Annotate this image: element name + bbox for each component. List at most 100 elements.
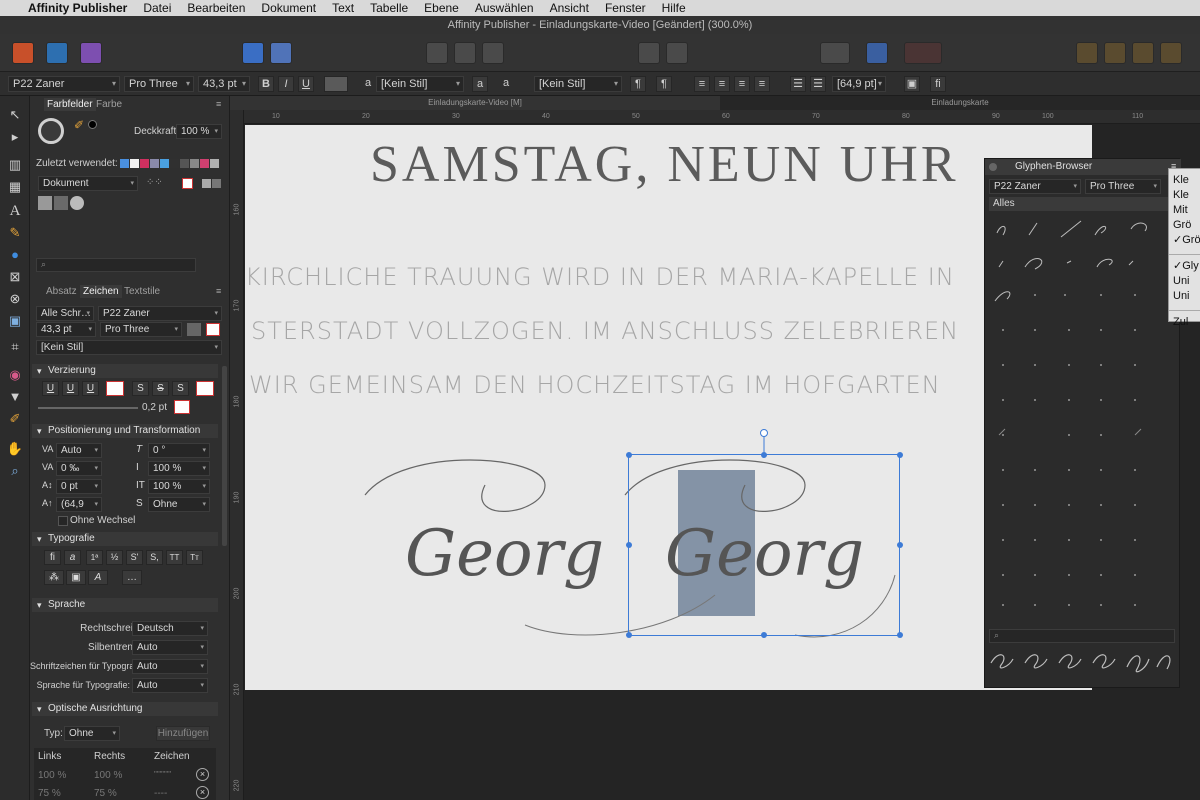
superscript-button[interactable]: S': [126, 550, 143, 565]
text-color-swatch[interactable]: [324, 76, 348, 92]
menu-item[interactable]: Uni: [1169, 274, 1200, 289]
swatch-search-input[interactable]: ⌕: [36, 258, 196, 272]
font-family-select[interactable]: P22 Zaner ▾: [8, 76, 120, 92]
recent-swatch[interactable]: [140, 159, 149, 168]
close-icon[interactable]: [989, 163, 997, 171]
vertical-ruler[interactable]: 160 170 180 190 200 210 220: [230, 110, 244, 800]
underline-options-button[interactable]: U: [82, 381, 99, 396]
add-button[interactable]: Hinzufügen: [156, 726, 210, 741]
gray-swatch[interactable]: [212, 179, 221, 188]
tab-farbe[interactable]: Farbe: [96, 99, 122, 110]
paragraph-icon[interactable]: ¶: [656, 76, 672, 92]
recent-swatch[interactable]: [200, 159, 209, 168]
tab-absatz[interactable]: Absatz: [46, 286, 77, 297]
font-family-select[interactable]: P22 Zaner ▾: [98, 306, 222, 321]
align-center-icon[interactable]: ≡: [714, 76, 730, 92]
frame-properties-icon[interactable]: ▣: [904, 76, 920, 92]
clear-char-style-icon[interactable]: a: [472, 76, 488, 92]
tab-einladungskarte[interactable]: Einladungskarte: [720, 96, 1200, 110]
stroke-color-swatch[interactable]: [174, 400, 190, 414]
leading-field[interactable]: (64,9 ▾: [56, 497, 102, 512]
menu-datei[interactable]: Datei: [143, 1, 171, 15]
panel-menu-icon[interactable]: ≡: [216, 99, 221, 109]
recent-glyphs[interactable]: [985, 647, 1181, 687]
section-typografie[interactable]: Typografie: [32, 532, 218, 546]
frame-text-tool-icon[interactable]: ▥: [6, 156, 24, 174]
subscript-button[interactable]: S,: [146, 550, 163, 565]
ellipse-frame-tool-icon[interactable]: ⊗: [6, 290, 24, 308]
clear-para-style-icon[interactable]: ¶: [630, 76, 646, 92]
snapping-icon[interactable]: [904, 42, 942, 64]
row2-right[interactable]: 75 %: [94, 788, 117, 799]
stroke-slider[interactable]: [38, 407, 138, 409]
gray-swatch[interactable]: [202, 179, 211, 188]
palette-options-icon[interactable]: ⁘⁘: [146, 177, 163, 188]
designer-persona-icon[interactable]: [46, 42, 68, 64]
menu-hilfe[interactable]: Hilfe: [662, 1, 686, 15]
photo-persona-icon[interactable]: [80, 42, 102, 64]
character-style-select[interactable]: [Kein Stil] ▾: [376, 76, 464, 92]
eyedropper-tool-icon[interactable]: ✐: [6, 410, 24, 428]
vertical-scale-field[interactable]: 100 % ▾: [148, 461, 210, 476]
table-frame-icon[interactable]: [482, 42, 504, 64]
menu-ebene[interactable]: Ebene: [424, 1, 459, 15]
menu-item[interactable]: Kle: [1169, 188, 1200, 203]
panel-scrollbar[interactable]: [222, 366, 227, 546]
all-caps-button[interactable]: Tт: [186, 550, 203, 565]
recent-swatch[interactable]: [120, 159, 129, 168]
preflight-icon[interactable]: [270, 42, 292, 64]
menu-item[interactable]: Kle: [1169, 173, 1200, 188]
text-wrap-icon[interactable]: [666, 42, 688, 64]
menu-item[interactable]: Zul: [1169, 315, 1200, 330]
fill-stroke-icon[interactable]: [38, 118, 64, 144]
section-optische-ausrichtung[interactable]: Optische Ausrichtung: [32, 702, 218, 716]
crop-tool-icon[interactable]: ⌗: [6, 338, 24, 356]
text-fill-swatch[interactable]: [187, 323, 201, 336]
shape-tool-icon[interactable]: ●: [6, 246, 24, 264]
swatch-gray-dark[interactable]: [54, 196, 68, 210]
glyph-search-input[interactable]: ⌕: [989, 629, 1175, 643]
menu-item[interactable]: ✓Gly: [1169, 259, 1200, 274]
tab-farbfelder[interactable]: Farbfelder: [44, 98, 96, 111]
recent-swatch[interactable]: [160, 159, 169, 168]
baseline-field[interactable]: 0 pt ▾: [56, 479, 102, 494]
swatch-gradient[interactable]: [70, 196, 84, 210]
fraction-button[interactable]: ½: [106, 550, 123, 565]
menu-text[interactable]: Text: [332, 1, 354, 15]
picture-frame-icon[interactable]: [454, 42, 476, 64]
recent-swatch[interactable]: [190, 159, 199, 168]
none-swatch[interactable]: [182, 178, 193, 189]
menu-bearbeiten[interactable]: Bearbeiten: [187, 1, 245, 15]
underline-button[interactable]: U: [42, 381, 59, 396]
font-size-field[interactable]: 43,3 pt ▾: [198, 76, 250, 92]
menu-item[interactable]: Uni: [1169, 289, 1200, 304]
zoom-tool-icon[interactable]: ⌕: [6, 462, 24, 480]
text-stroke-swatch[interactable]: [206, 323, 220, 336]
numbering-icon[interactable]: ☰: [810, 76, 826, 92]
kerning-field[interactable]: Auto ▾: [56, 443, 102, 458]
typo-font-select[interactable]: Auto ▾: [132, 659, 208, 674]
eyedropper-icon[interactable]: ✐: [74, 118, 84, 132]
menu-item[interactable]: Grö: [1169, 218, 1200, 233]
strike-color-swatch[interactable]: [196, 381, 214, 396]
tab-zeichen[interactable]: Zeichen: [80, 285, 122, 298]
no-change-checkbox[interactable]: [58, 516, 68, 526]
more-typography-button[interactable]: …: [122, 570, 142, 585]
small-caps-button[interactable]: TT: [166, 550, 183, 565]
color-picker-tool-icon[interactable]: ◉: [6, 366, 24, 384]
horizontal-ruler[interactable]: mm 10 20 30 40 50 60 70 80 90 100 110: [232, 110, 1200, 124]
strikethrough-button[interactable]: S: [132, 381, 149, 396]
arrange-backward-icon[interactable]: [1104, 42, 1126, 64]
align-right-icon[interactable]: ≡: [734, 76, 750, 92]
font-size-field[interactable]: 43,3 pt ▾: [36, 322, 96, 337]
row1-char[interactable]: """""": [154, 770, 171, 779]
arrange-front-icon[interactable]: [1160, 42, 1182, 64]
tab-textstile[interactable]: Textstile: [124, 286, 160, 297]
row2-left[interactable]: 75 %: [38, 788, 61, 799]
arrange-forward-icon[interactable]: [1132, 42, 1154, 64]
stylistic-set-icon[interactable]: ▣: [66, 570, 86, 585]
picture-frame-tool-icon[interactable]: ⊠: [6, 268, 24, 286]
recent-swatch[interactable]: [150, 159, 159, 168]
horizontal-scale-field[interactable]: 100 % ▾: [148, 479, 210, 494]
recent-swatch[interactable]: [210, 159, 219, 168]
